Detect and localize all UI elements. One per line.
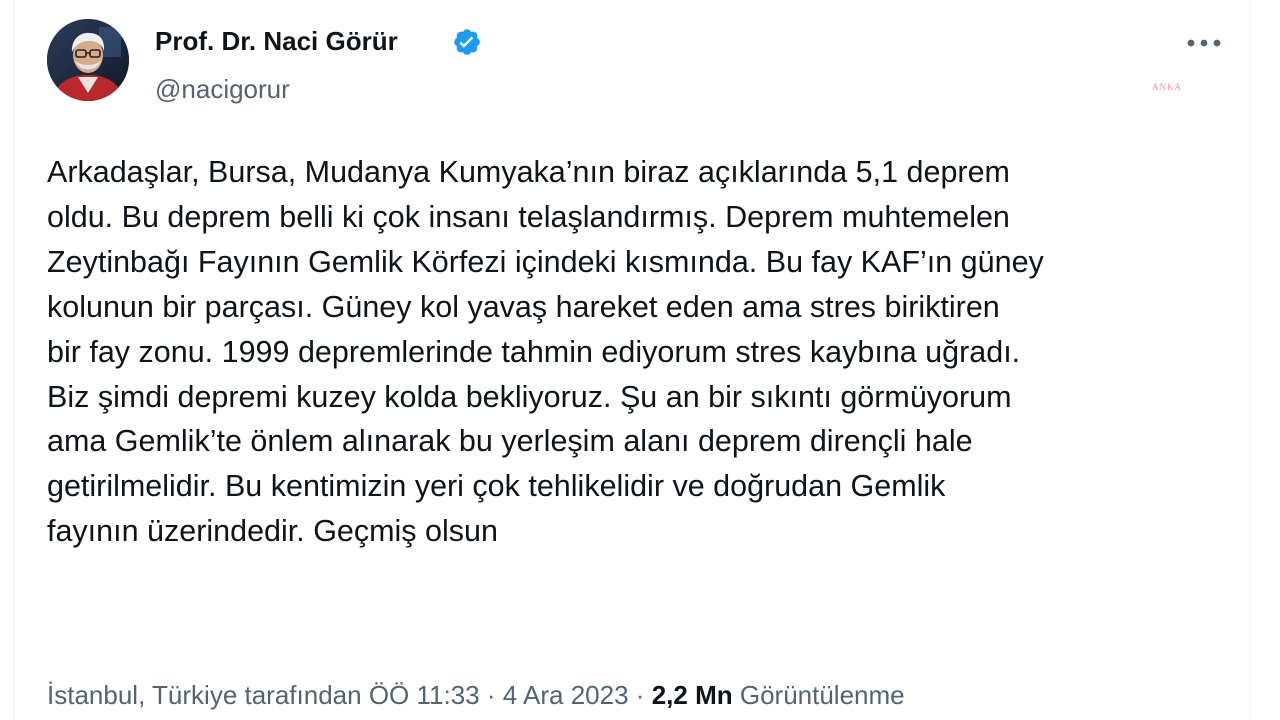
author-name[interactable]: Prof. Dr. Naci Görür [155,24,398,58]
more-options-button[interactable] [1180,26,1228,60]
views-count[interactable]: 2,2 Mn [652,680,733,710]
tweet-text-line: getirilmelidir. Bu kentimizin yeri çok t… [47,469,946,504]
tweet-screenshot: • ••••• ••• ••• [0,0,1280,720]
tweet-meta: İstanbul, Türkiye tarafından ÖÖ 11:33 · … [47,677,905,713]
avatar-portrait [47,19,129,101]
verified-badge-icon [454,29,480,55]
card-border-left [14,0,15,720]
tweet-text-line: kolunun bir parçası. Güney kol yavaş har… [47,289,1000,324]
tweet-text: Arkadaşlar, Bursa, Mudanya Kumyaka’nın b… [47,150,1242,554]
meta-separator: · [486,680,496,710]
card-border-right [1250,0,1251,720]
tweet-text-line: Biz şimdi depremi kuzey kolda bekliyoruz… [47,379,1012,414]
tweet-time[interactable]: ÖÖ 11:33 [369,680,480,710]
cut-off-header-text: • ••••• ••• ••• [100,0,216,8]
tweet-text-line: oldu. Bu deprem belli ki çok insanı tela… [47,199,1010,234]
meta-separator: · [635,680,645,710]
tweet-text-line: bir fay zonu. 1999 depremlerinde tahmin … [47,334,1021,369]
tweet-text-line: ama Gemlik’te önlem alınarak bu yerleşim… [47,424,973,459]
tweet-text-line: Arkadaşlar, Bursa, Mudanya Kumyaka’nın b… [47,155,1010,189]
more-dots-icon [1187,39,1221,47]
agency-watermark: ANKA [1152,82,1182,92]
tweet-location: İstanbul, Türkiye tarafından [47,680,362,710]
tweet-date[interactable]: 4 Ara 2023 [503,680,629,710]
avatar[interactable] [47,19,129,101]
views-label: Görüntülenme [739,680,905,710]
author-handle[interactable]: @nacigorur [155,72,290,106]
tweet-text-line: fayının üzerindedir. Geçmiş olsun [47,514,498,549]
tweet-text-line: Zeytinbağı Fayının Gemlik Körfezi içinde… [47,244,1044,279]
